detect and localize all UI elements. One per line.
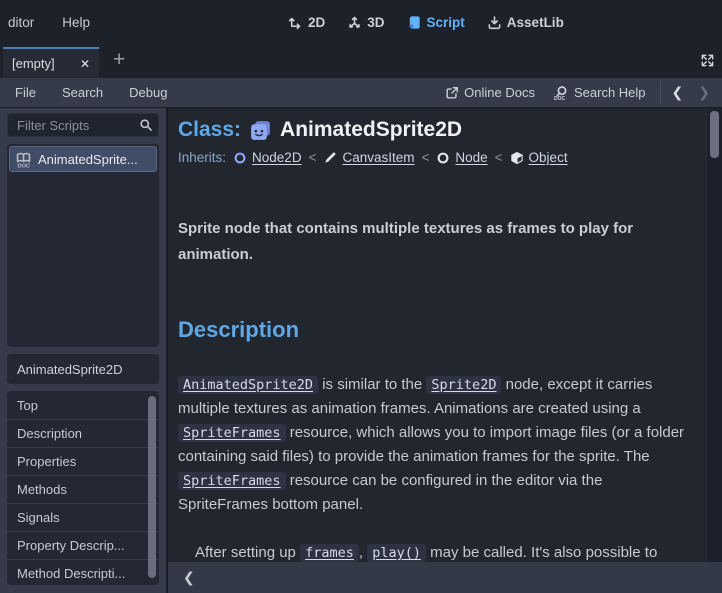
workspace-label: 2D (308, 15, 325, 30)
search-icon (139, 118, 153, 132)
node-icon (436, 151, 450, 165)
doc-section-methods[interactable]: Methods (7, 476, 159, 504)
class-header: Class: AnimatedSprite2D (178, 118, 692, 142)
script-item-label: AnimatedSprite... (38, 152, 138, 167)
2d-icon (288, 15, 303, 30)
code-link[interactable]: SpriteFrames (178, 472, 286, 490)
scripts-sidebar: DOC AnimatedSprite... AnimatedSprite2D To… (0, 108, 168, 593)
inherits-item: CanvasItem (323, 150, 414, 165)
filter-scripts-input[interactable] (7, 113, 159, 137)
code-link[interactable]: play() (367, 544, 426, 562)
object-icon (510, 151, 524, 165)
doc-sections-list: TopDescriptionPropertiesMethodsSignalsPr… (7, 391, 159, 585)
svg-text:DOC: DOC (17, 163, 30, 167)
expand-icon[interactable] (700, 53, 715, 68)
doc-section-top[interactable]: Top (7, 392, 159, 420)
workspace-label: 3D (367, 15, 384, 30)
class-link-canvasitem[interactable]: CanvasItem (342, 150, 414, 165)
workspace-script-button[interactable]: Script (401, 11, 471, 34)
doc-scrollbar-thumb[interactable] (710, 111, 719, 158)
inherits-separator: < (421, 150, 429, 165)
external-link-icon (445, 86, 459, 100)
doc-section-property-descrip[interactable]: Property Descrip... (7, 532, 159, 560)
open-scripts-list: DOC AnimatedSprite... (7, 144, 159, 347)
canvasitem-icon (323, 151, 337, 165)
animated-sprite2d-icon (249, 119, 272, 142)
inherits-separator: < (495, 150, 503, 165)
class-name: AnimatedSprite2D (280, 118, 462, 142)
bottom-panel-bar: ❮ (168, 562, 722, 593)
inherits-separator: < (309, 150, 317, 165)
search-help-label: Search Help (574, 85, 646, 100)
new-tab-button[interactable]: + (109, 51, 129, 69)
script-list-item[interactable]: DOC AnimatedSprite... (9, 146, 157, 172)
online-docs-label: Online Docs (464, 85, 535, 100)
online-docs-button[interactable]: Online Docs (436, 85, 544, 100)
class-label: Class: (178, 118, 241, 142)
script-menu-items: FileSearchDebug (2, 85, 180, 100)
filter-scripts-field (7, 113, 159, 137)
code-link[interactable]: frames (300, 544, 359, 562)
workspace-label: Script (427, 15, 465, 30)
close-icon[interactable]: ✕ (80, 57, 90, 71)
member-list-scrollbar-thumb[interactable] (148, 396, 156, 578)
main-menus: ditor Help (2, 11, 96, 34)
description-body: AnimatedSprite2D is similar to the Sprit… (178, 373, 692, 562)
code-link[interactable]: AnimatedSprite2D (178, 376, 318, 394)
search-help-button[interactable]: DOC Search Help (544, 85, 655, 101)
workspace-assetlib-button[interactable]: AssetLib (481, 11, 570, 34)
doc-book-icon: DOC (15, 151, 32, 168)
history-forward-icon[interactable]: ❯ (698, 84, 710, 101)
doc-section-signals[interactable]: Signals (7, 504, 159, 532)
editor-body: DOC AnimatedSprite... AnimatedSprite2D To… (0, 108, 722, 593)
code-link[interactable]: SpriteFrames (178, 424, 286, 442)
doc-section-description[interactable]: Description (7, 420, 159, 448)
3d-icon (347, 15, 362, 30)
menubar-right: Online Docs DOC Search Help ❮ ❯ (436, 81, 722, 104)
workspace-switcher: 2D 3D Script AssetLib (282, 0, 570, 44)
class-reference-panel: Class: AnimatedSprite2D Inherits: Node2D… (168, 108, 722, 562)
svg-text:DOC: DOC (554, 96, 566, 101)
titlebar: ditor Help 2D 3D Script AssetLib (0, 0, 722, 44)
history-nav: ❮ ❯ (660, 81, 722, 104)
node2d-icon (233, 151, 247, 165)
tab-label: [empty] (12, 56, 71, 71)
workspace-2d-button[interactable]: 2D (282, 11, 331, 34)
inherits-line: Inherits: Node2D < CanvasItem < Node < Object (178, 150, 692, 165)
scriptmenu-file[interactable]: File (2, 85, 49, 100)
description-paragraph: AnimatedSprite2D is similar to the Sprit… (178, 373, 692, 517)
script-editor-menubar: FileSearchDebug Online Docs DOC Search H… (0, 78, 722, 108)
godot-editor-window: ditor Help 2D 3D Script AssetLib [empty] ✕ +… (0, 0, 722, 593)
description-heading: Description (178, 317, 692, 343)
scriptmenu-search[interactable]: Search (49, 85, 116, 100)
doc-main: Class: AnimatedSprite2D Inherits: Node2D… (168, 108, 722, 593)
inherits-item: Object (510, 150, 568, 165)
brief-description: Sprite node that contains multiple textu… (178, 216, 678, 268)
doc-section-properties[interactable]: Properties (7, 448, 159, 476)
doc-section-method-descripti[interactable]: Method Descripti... (7, 560, 159, 585)
menu-ditor[interactable]: ditor (2, 11, 40, 34)
workspace-label: AssetLib (507, 15, 564, 30)
scene-tab-bar: [empty] ✕ + (0, 44, 722, 78)
class-link-node2d[interactable]: Node2D (252, 150, 302, 165)
description-paragraph: After setting up frames, play() may be c… (178, 541, 692, 562)
inherits-item: Node (436, 150, 487, 165)
scene-tab-empty[interactable]: [empty] ✕ (3, 47, 99, 78)
class-link-object[interactable]: Object (529, 150, 568, 165)
inherits-item: Node2D (233, 150, 302, 165)
menu-help[interactable]: Help (56, 11, 96, 34)
assetlib-icon (487, 15, 502, 30)
history-back-icon[interactable]: ❮ (672, 84, 684, 101)
doc-content: Class: AnimatedSprite2D Inherits: Node2D… (168, 108, 722, 562)
inherits-label: Inherits: (178, 150, 226, 165)
workspace-3d-button[interactable]: 3D (341, 11, 390, 34)
class-link-node[interactable]: Node (455, 150, 487, 165)
doc-scrollbar[interactable] (706, 108, 722, 562)
collapse-sidebar-icon[interactable]: ❮ (175, 567, 203, 588)
help-search-icon: DOC (553, 85, 569, 101)
code-link[interactable]: Sprite2D (426, 376, 501, 394)
scriptmenu-debug[interactable]: Debug (116, 85, 180, 100)
script-icon (407, 15, 422, 30)
current-class-box: AnimatedSprite2D (7, 354, 159, 384)
